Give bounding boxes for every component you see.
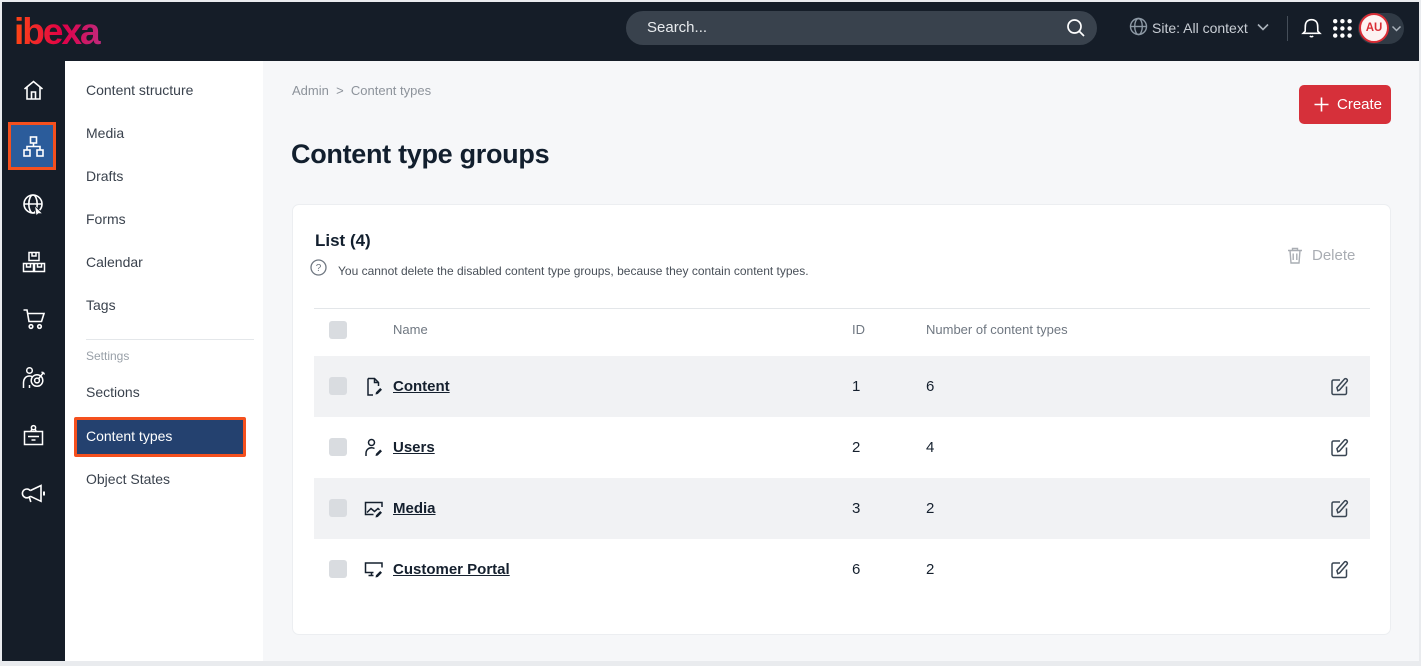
svg-text:ibexa: ibexa [14,11,101,49]
svg-text:?: ? [316,263,322,274]
